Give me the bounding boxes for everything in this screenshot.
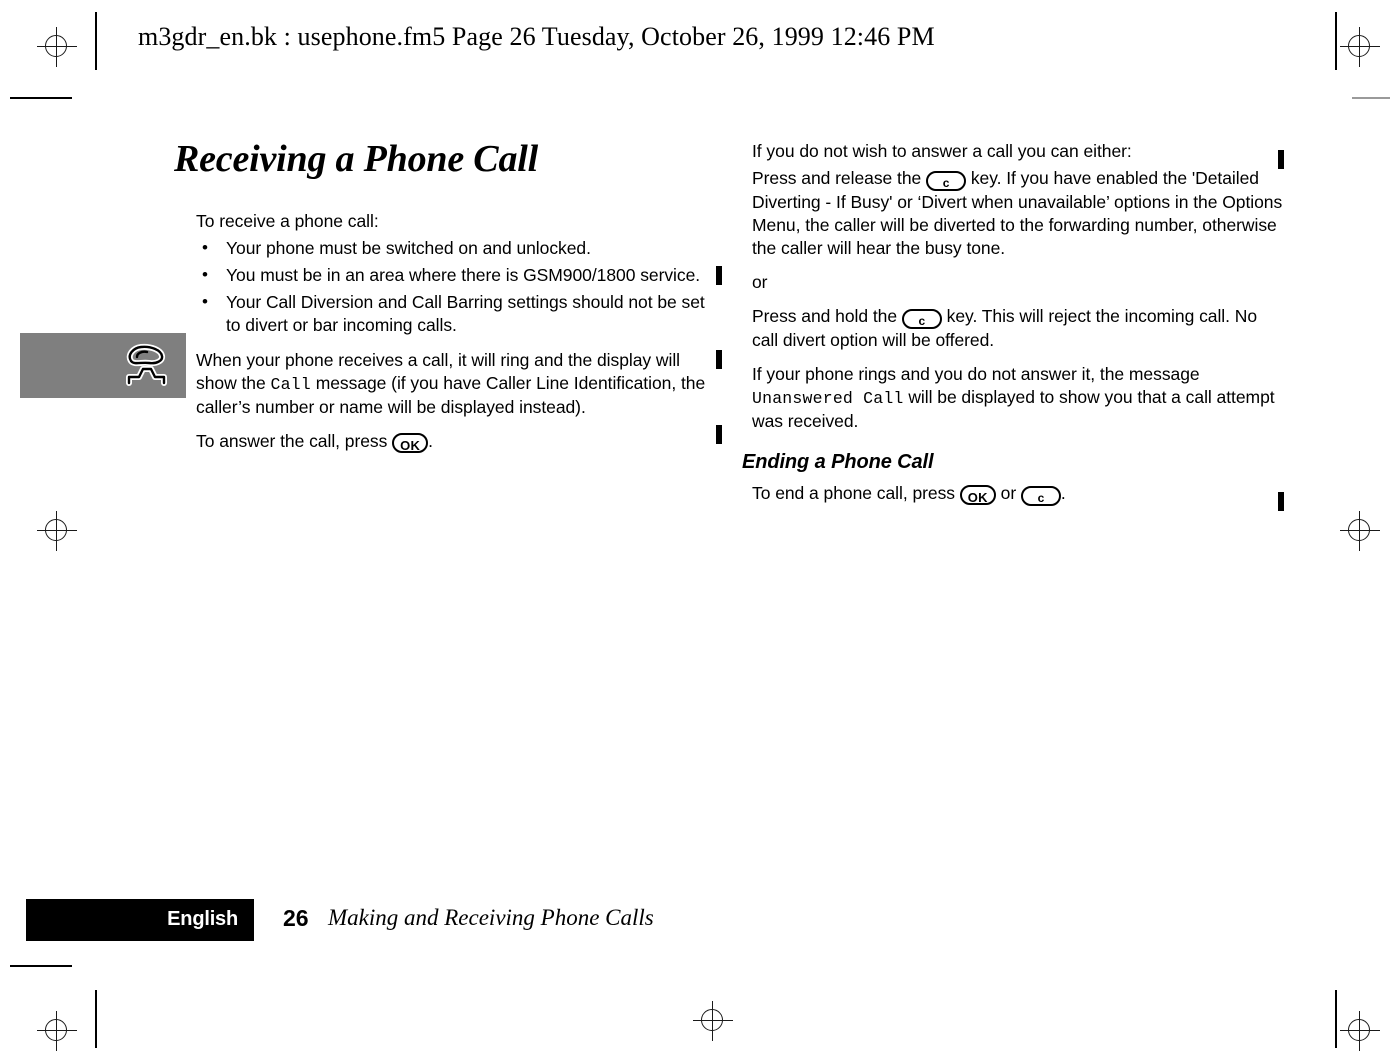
option-two-paragraph: Press and hold the c key. This will reje… <box>752 305 1284 352</box>
requirements-list: Your phone must be switched on and unloc… <box>196 236 720 337</box>
list-item: You must be in an area where there is GS… <box>196 263 720 287</box>
clear-key-icon: c <box>926 171 967 191</box>
phone-handset-on-cradle-icon <box>123 343 169 387</box>
footer-page-number: 26 <box>283 905 309 931</box>
footer-language-label: English <box>167 908 238 930</box>
reject-intro-paragraph: If you do not wish to answer a call you … <box>752 141 1132 161</box>
left-column: Receiving a Phone Call To receive a phon… <box>174 139 720 464</box>
clear-key-icon: c <box>901 309 942 329</box>
answer-call-text-post: . <box>428 430 433 451</box>
lcd-message-unanswered-call: Unanswered Call <box>752 389 904 408</box>
option-one-text-pre: Press and release the <box>752 168 927 188</box>
unanswered-call-paragraph: If your phone rings and you do not answe… <box>752 363 1284 433</box>
intro-paragraph: To receive a phone call: <box>196 210 379 231</box>
change-bar <box>1278 492 1284 511</box>
incoming-call-paragraph: When your phone receives a call, it will… <box>196 349 720 419</box>
or-separator: or <box>752 272 768 292</box>
end-call-text-post: . <box>1060 483 1066 503</box>
change-bar <box>716 425 722 444</box>
lcd-message-call: Call <box>270 374 311 394</box>
change-bar <box>716 350 722 369</box>
end-call-paragraph: To end a phone call, press OK or c. <box>752 482 1284 506</box>
section-heading-ending-a-phone-call: Ending a Phone Call <box>742 451 934 473</box>
footer-language-block: English <box>26 899 254 941</box>
unanswered-text-pre: If your phone rings and you do not answe… <box>752 364 1200 384</box>
option-two-text-pre: Press and hold the <box>752 306 902 326</box>
option-one-paragraph: Press and release the c key. If you have… <box>752 167 1284 260</box>
right-column: If you do not wish to answer a call you … <box>742 140 1284 517</box>
answer-call-paragraph: To answer the call, press OK. <box>196 430 720 453</box>
ok-key-icon: OK <box>392 432 429 453</box>
change-bar <box>1278 150 1284 169</box>
list-item: Your Call Diversion and Call Barring set… <box>196 290 720 337</box>
list-item: Your phone must be switched on and unloc… <box>196 236 720 260</box>
margin-icon-box <box>20 333 186 398</box>
page-title: Receiving a Phone Call <box>174 138 538 180</box>
end-call-text-pre: To end a phone call, press <box>752 483 960 503</box>
clear-key-icon: c <box>1020 486 1061 506</box>
footer-section-title: Making and Receiving Phone Calls <box>328 905 654 930</box>
answer-call-text-pre: To answer the call, press <box>196 430 393 451</box>
end-call-text-mid: or <box>995 483 1021 503</box>
change-bar <box>716 266 722 285</box>
ok-key-icon: OK <box>959 485 996 505</box>
